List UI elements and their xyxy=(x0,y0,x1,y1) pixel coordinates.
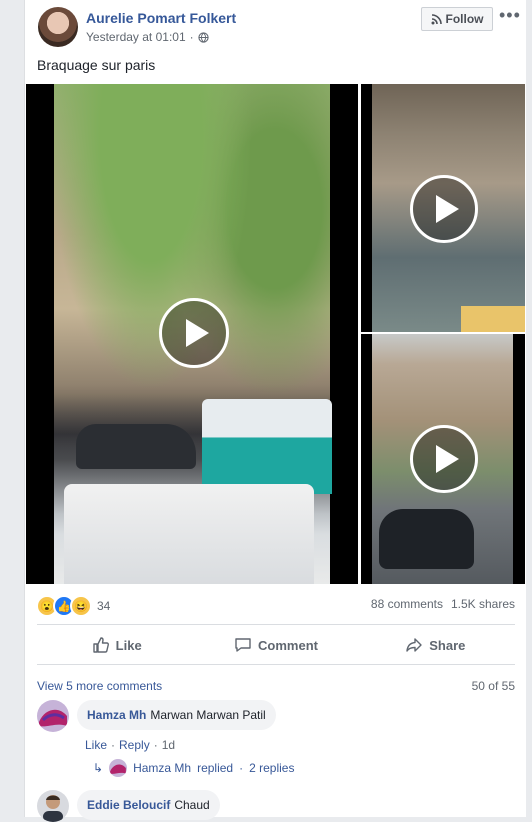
comments-header: View 5 more comments 50 of 55 xyxy=(37,679,515,693)
sep-dot: · xyxy=(153,738,158,752)
post-stats: 88 comments 1.5K shares xyxy=(371,597,515,611)
post-meta: Yesterday at 01:01 · xyxy=(86,30,209,44)
replies-summary[interactable]: ↳ Hamza Mh replied · 2 replies xyxy=(93,759,294,777)
video-grid xyxy=(25,84,527,584)
more-options-icon[interactable]: ••• xyxy=(499,6,521,24)
comments-count[interactable]: 88 comments xyxy=(371,597,443,611)
follow-label: Follow xyxy=(445,12,484,26)
van-shape xyxy=(64,484,314,584)
comment-label: Comment xyxy=(258,637,318,653)
comment-bubble: Eddie Beloucif Chaud xyxy=(77,790,220,820)
avatar xyxy=(109,759,128,777)
globe-icon[interactable] xyxy=(198,31,209,43)
share-label: Share xyxy=(429,637,466,653)
commenter-name[interactable]: Eddie Beloucif xyxy=(87,798,170,812)
shares-count[interactable]: 1.5K shares xyxy=(451,597,515,611)
action-bar: Like Comment Share xyxy=(37,628,515,662)
post-text: Braquage sur paris xyxy=(37,57,156,73)
reply-count: 2 replies xyxy=(249,761,295,775)
reply-verb: replied xyxy=(197,761,234,775)
rss-icon xyxy=(431,13,442,24)
avatar-image xyxy=(109,759,128,777)
share-button[interactable]: Share xyxy=(356,628,515,662)
commenter-name[interactable]: Hamza Mh xyxy=(87,708,146,722)
reply-author: Hamza Mh xyxy=(133,761,192,775)
avatar[interactable] xyxy=(37,790,69,822)
author-name[interactable]: Aurelie Pomart Folkert xyxy=(86,10,236,26)
like-label: Like xyxy=(115,637,142,653)
avatar-image xyxy=(37,700,69,732)
video-thumbnail-bottom-right[interactable] xyxy=(361,334,525,584)
comment-age[interactable]: 1d xyxy=(162,738,175,752)
reaction-summary[interactable]: 😮 👍 😆 34 xyxy=(36,595,110,617)
follow-button[interactable]: Follow xyxy=(421,7,493,31)
play-icon[interactable] xyxy=(410,425,478,493)
thumbs-up-icon xyxy=(92,637,109,653)
comment-text[interactable]: Chaud xyxy=(174,798,209,812)
comment-reply-link[interactable]: Reply xyxy=(119,738,150,752)
comment-actions: Like · Reply · 1d xyxy=(85,738,175,752)
divider xyxy=(37,624,515,625)
comment-button[interactable]: Comment xyxy=(196,628,355,662)
barrier-shape xyxy=(461,306,525,332)
post-timestamp[interactable]: Yesterday at 01:01 xyxy=(86,30,186,44)
comment-bubble: Hamza Mh Marwan Marwan Patil xyxy=(77,700,276,730)
play-icon[interactable] xyxy=(410,175,478,243)
comment-like-link[interactable]: Like xyxy=(85,738,107,752)
avatar[interactable] xyxy=(37,700,69,732)
play-icon[interactable] xyxy=(159,298,229,368)
author-avatar[interactable] xyxy=(38,7,78,47)
page-edge xyxy=(526,0,532,817)
video-thumbnail-main[interactable] xyxy=(26,84,358,584)
car-shape xyxy=(76,424,196,469)
haha-reaction-icon: 😆 xyxy=(70,595,92,617)
sep-dot: · xyxy=(189,30,194,44)
comments-pager: 50 of 55 xyxy=(471,679,515,693)
car-shape xyxy=(379,509,474,569)
video-thumbnail-top-right[interactable] xyxy=(361,84,525,332)
like-button[interactable]: Like xyxy=(37,628,196,662)
divider xyxy=(37,664,515,665)
comment-text[interactable]: Marwan Marwan Patil xyxy=(150,708,265,722)
comment-icon xyxy=(235,638,251,652)
post-card: Aurelie Pomart Folkert Yesterday at 01:0… xyxy=(24,0,528,822)
bus-shape xyxy=(202,399,332,494)
sep-dot: · xyxy=(239,761,244,775)
reaction-count: 34 xyxy=(97,599,111,613)
share-arrow-icon xyxy=(406,638,422,652)
reply-arrow-icon: ↳ xyxy=(93,761,104,775)
view-more-comments-link[interactable]: View 5 more comments xyxy=(37,679,162,693)
avatar-image xyxy=(37,790,69,822)
sep-dot: · xyxy=(111,738,116,752)
